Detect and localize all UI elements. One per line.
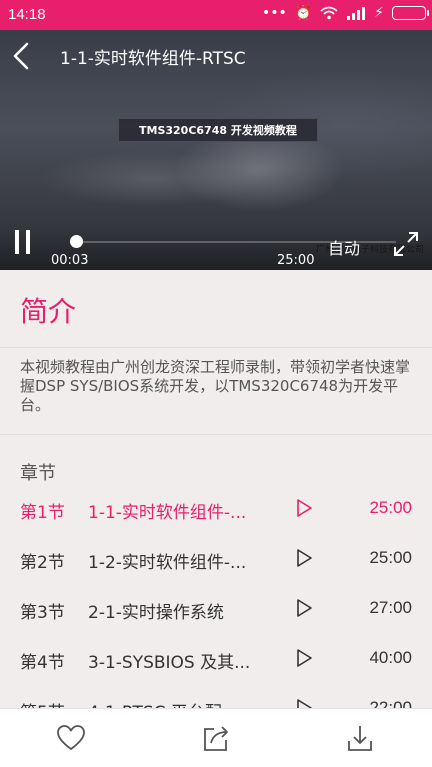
- fullscreen-icon[interactable]: [392, 230, 420, 258]
- play-icon[interactable]: [295, 549, 313, 567]
- chapter-duration: 25:00: [369, 548, 412, 567]
- total-time: 25:00: [277, 253, 315, 268]
- intro-heading: 简介: [20, 295, 77, 328]
- chapter-item-2[interactable]: 第2节 1-2-实时软件组件-... 25:00: [0, 534, 432, 584]
- intro-header: 简介: [0, 270, 432, 348]
- play-icon[interactable]: [295, 599, 313, 617]
- play-icon[interactable]: [295, 649, 313, 667]
- chapter-name: 1-2-实时软件组件-...: [88, 553, 247, 573]
- chapter-list: 第1节 1-1-实时软件组件-... 25:00 第2节 1-2-实时软件组件-…: [0, 484, 432, 734]
- back-arrow-icon[interactable]: [10, 42, 34, 70]
- chapters-heading: 章节: [20, 463, 56, 484]
- status-bar: 14:18 ••• ⏰ ⚡: [0, 0, 432, 30]
- pause-icon[interactable]: [15, 230, 33, 254]
- play-icon[interactable]: [295, 499, 313, 517]
- status-time: 14:18: [8, 6, 46, 23]
- chapter-name: 3-1-SYSBIOS 及其...: [88, 653, 251, 673]
- intro-description: 本视频教程由广州创龙资深工程师录制，带领初学者快速掌握DSP SYS/BIOS系…: [20, 358, 411, 414]
- battery-icon: [392, 6, 429, 20]
- status-icons: ••• ⏰ ⚡: [261, 5, 429, 21]
- heart-icon[interactable]: [56, 723, 86, 753]
- chapter-number: 第1节: [20, 503, 65, 523]
- alarm-icon: ⏰: [294, 5, 313, 21]
- chapter-number: 第3节: [20, 603, 65, 623]
- chapter-item-1[interactable]: 第1节 1-1-实时软件组件-... 25:00: [0, 484, 432, 534]
- video-player[interactable]: 1-1-实时软件组件-RTSC TMS320C6748 开发视频教程 00:03…: [0, 30, 432, 270]
- progress-knob[interactable]: [70, 235, 83, 248]
- divider: [0, 434, 432, 435]
- bottom-action-bar: [0, 708, 432, 767]
- current-time: 00:03: [51, 253, 89, 268]
- more-dots-icon: •••: [261, 5, 287, 21]
- wifi-icon: [320, 6, 338, 20]
- chapter-name: 1-1-实时软件组件-...: [88, 503, 247, 523]
- share-icon[interactable]: [201, 723, 231, 753]
- video-title: 1-1-实时软件组件-RTSC: [60, 49, 246, 69]
- chapter-number: 第4节: [20, 653, 65, 673]
- video-overlay-label: TMS320C6748 开发视频教程: [118, 118, 318, 142]
- chapter-name: 2-1-实时操作系统: [88, 603, 224, 623]
- chapter-item-3[interactable]: 第3节 2-1-实时操作系统 27:00: [0, 584, 432, 634]
- charging-icon: ⚡: [374, 5, 384, 21]
- quality-button[interactable]: 自动: [328, 235, 360, 259]
- signal-icon: [347, 7, 366, 20]
- chapter-duration: 27:00: [369, 598, 412, 617]
- chapter-duration: 40:00: [369, 648, 412, 667]
- download-icon[interactable]: [345, 723, 375, 753]
- chapter-duration: 25:00: [369, 498, 412, 517]
- chapter-item-4[interactable]: 第4节 3-1-SYSBIOS 及其... 40:00: [0, 634, 432, 684]
- chapter-number: 第2节: [20, 553, 65, 573]
